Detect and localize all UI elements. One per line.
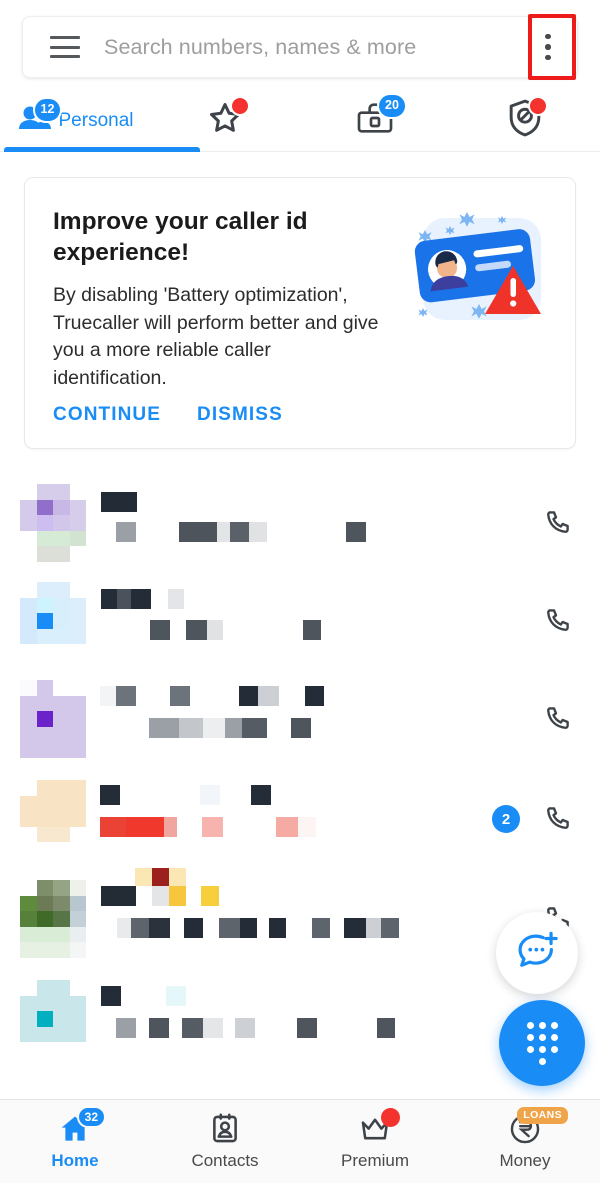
nav-item-contacts[interactable]: Contacts	[150, 1100, 300, 1183]
call-log-row[interactable]	[0, 670, 600, 768]
caller-id-illustration	[401, 204, 561, 344]
redacted-name	[101, 986, 186, 1006]
tab-badge-blocking	[528, 96, 548, 116]
avatar	[20, 484, 86, 562]
redacted-detail	[116, 1018, 395, 1038]
avatar	[20, 780, 86, 858]
nav-item-money[interactable]: LOANS Money	[450, 1100, 600, 1183]
dialpad-icon	[526, 1021, 558, 1065]
promo-actions: CONTINUE DISMISS	[53, 404, 283, 426]
tab-badge-business: 20	[377, 93, 407, 119]
promo-body: By disabling 'Battery optimization', Tru…	[53, 284, 379, 390]
redacted-name	[100, 686, 324, 706]
call-log-list[interactable]: 2	[0, 470, 600, 1100]
redacted-detail-missed	[100, 817, 316, 837]
nav-badge-loans: LOANS	[517, 1107, 568, 1124]
nav-label-contacts: Contacts	[191, 1151, 259, 1170]
call-log-row[interactable]: 2	[0, 770, 600, 868]
redacted-name	[101, 886, 219, 906]
dismiss-button[interactable]: DISMISS	[197, 404, 283, 426]
avatar	[20, 582, 86, 660]
bottom-navigation-bar: 32 Home Contacts Premium LOANS Money	[0, 1099, 600, 1183]
tab-blocking[interactable]	[450, 90, 600, 151]
top-tab-bar: 12 Personal 20	[0, 90, 600, 152]
avatar	[20, 980, 86, 1058]
continue-button[interactable]: CONTINUE	[53, 404, 161, 426]
phone-icon[interactable]	[542, 606, 572, 636]
promo-title: Improve your caller id experience!	[53, 208, 308, 267]
nav-item-home[interactable]: 32 Home	[0, 1100, 150, 1183]
redacted-name	[101, 589, 184, 609]
tab-badge-favorites	[230, 96, 250, 116]
search-bar[interactable]: Search numbers, names & more	[22, 16, 578, 78]
phone-icon[interactable]	[542, 704, 572, 734]
nav-badge-home: 32	[76, 1106, 106, 1128]
hamburger-menu-icon[interactable]	[50, 36, 80, 58]
tab-favorites[interactable]	[150, 90, 300, 151]
dialpad-fab[interactable]	[499, 1000, 585, 1086]
unread-count-badge: 2	[492, 805, 520, 833]
tab-business[interactable]: 20	[300, 90, 450, 151]
redacted-detail	[116, 522, 366, 542]
redacted-detail	[117, 918, 399, 938]
call-log-row[interactable]	[0, 474, 600, 572]
truecaller-app-screen: Search numbers, names & more 12 Personal	[0, 0, 600, 1183]
tab-badge-personal: 12	[32, 97, 63, 123]
nav-label-money: Money	[499, 1151, 551, 1170]
more-vertical-icon[interactable]	[533, 27, 563, 67]
redacted-name	[100, 785, 271, 805]
nav-item-premium[interactable]: Premium	[300, 1100, 450, 1183]
call-log-row[interactable]	[0, 572, 600, 670]
new-message-icon	[515, 929, 559, 978]
nav-badge-premium	[381, 1108, 400, 1127]
caller-id-promo-card: Improve your caller id experience! By di…	[24, 177, 576, 449]
tab-label-personal: Personal	[58, 109, 134, 131]
avatar	[20, 880, 86, 958]
avatar	[20, 680, 86, 758]
search-input[interactable]: Search numbers, names & more	[104, 35, 416, 60]
nav-label-premium: Premium	[340, 1151, 409, 1170]
phone-icon[interactable]	[542, 508, 572, 538]
nav-label-home: Home	[51, 1151, 99, 1170]
phone-icon[interactable]	[542, 804, 572, 834]
redacted-name	[101, 492, 137, 512]
redacted-detail	[150, 620, 321, 640]
redacted-badge	[135, 868, 186, 886]
tab-personal[interactable]: 12 Personal	[0, 90, 200, 152]
redacted-detail	[149, 718, 311, 738]
new-message-fab[interactable]	[496, 912, 578, 994]
